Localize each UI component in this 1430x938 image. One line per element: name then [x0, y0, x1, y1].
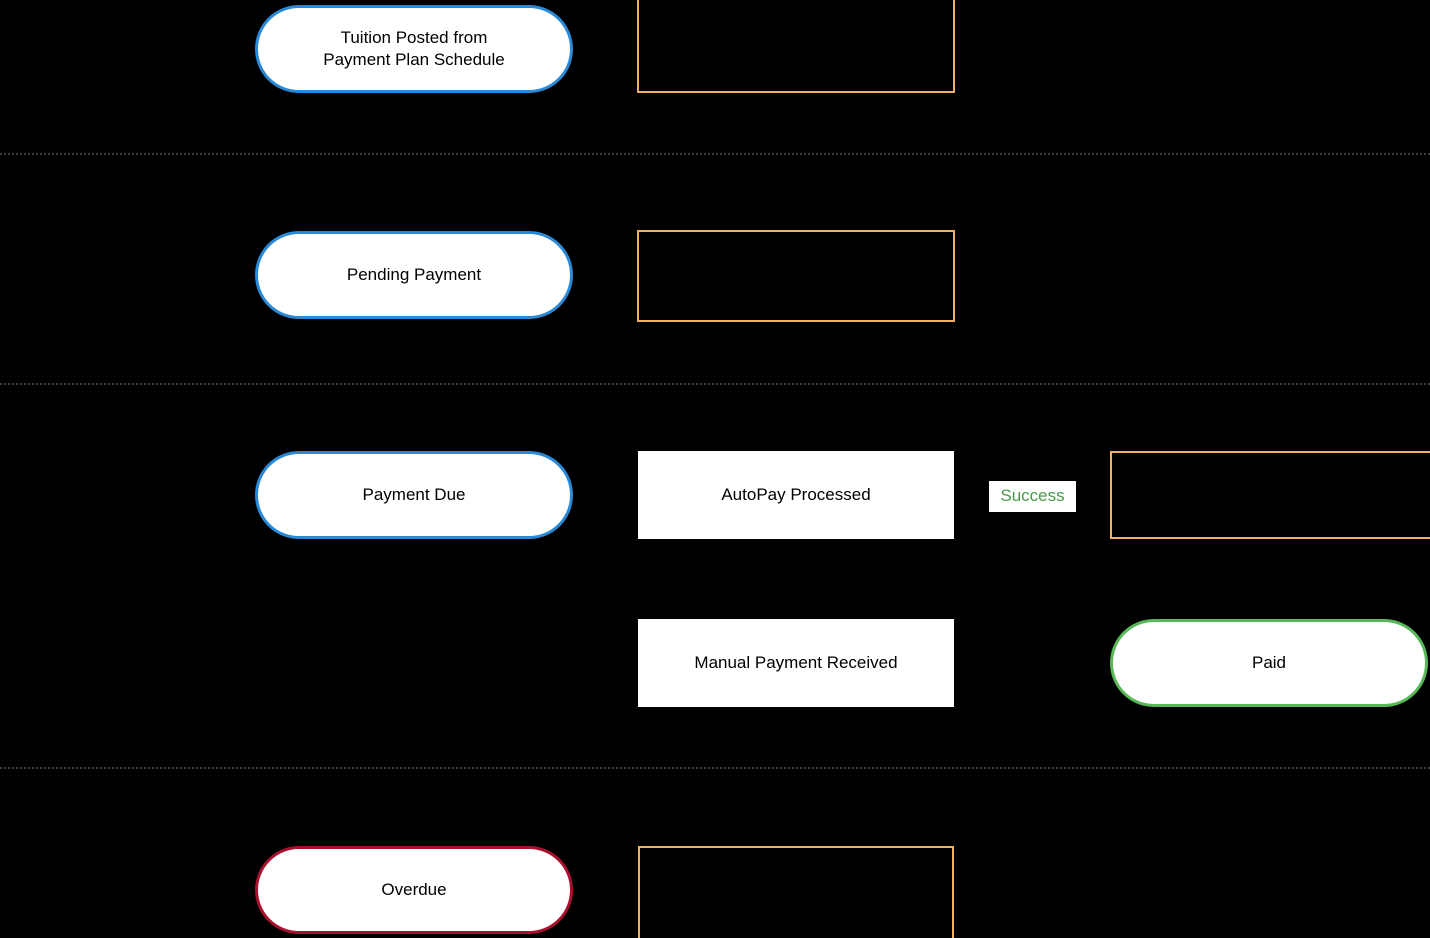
state-node-paid[interactable]: Paid [1110, 619, 1428, 707]
outline-box[interactable] [637, 0, 955, 93]
state-flow-diagram-canvas: Tuition Posted from Payment Plan Schedul… [0, 0, 1430, 938]
outline-box[interactable] [1110, 451, 1430, 539]
state-node-pending-payment[interactable]: Pending Payment [255, 231, 573, 319]
edge-label-text: Success [1000, 486, 1065, 506]
outline-box[interactable] [638, 846, 954, 938]
state-node-label: Pending Payment [346, 264, 482, 284]
state-node-payment-due[interactable]: Payment Due [255, 451, 573, 539]
edge-label-success: Success [989, 481, 1076, 512]
action-node-autopay-processed[interactable]: AutoPay Processed [638, 451, 954, 539]
action-node-manual-payment-received[interactable]: Manual Payment Received [638, 619, 954, 707]
state-node-tuition-posted[interactable]: Tuition Posted from Payment Plan Schedul… [255, 5, 573, 93]
action-node-label: AutoPay Processed [721, 484, 871, 504]
action-node-label: Manual Payment Received [694, 652, 898, 672]
lane-divider [0, 767, 1430, 769]
state-node-label: Payment Due [362, 484, 466, 504]
state-node-label: Overdue [381, 879, 447, 899]
state-node-overdue[interactable]: Overdue [255, 846, 573, 934]
outline-box[interactable] [637, 230, 955, 322]
lane-divider [0, 383, 1430, 385]
state-node-label: Tuition Posted from Payment Plan Schedul… [323, 27, 505, 69]
lane-divider [0, 153, 1430, 155]
state-node-label: Paid [1251, 652, 1287, 672]
